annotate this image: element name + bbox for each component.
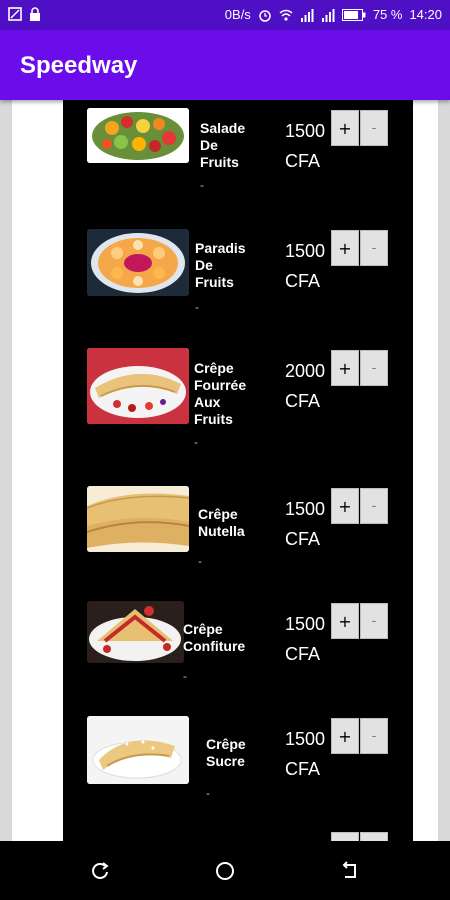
increase-button[interactable] [331,832,359,841]
price-amount: 1500 [285,614,326,634]
home-icon[interactable] [215,861,235,881]
price-currency: CFA [285,644,321,664]
menu-item[interactable]: Crêpe Confiture - 1500 CFA + - [63,593,413,703]
content-area[interactable]: Salade De Fruits - 1500 CFA + - Paradis … [0,100,450,841]
price-currency: CFA [285,759,321,779]
decrease-button[interactable]: - [360,488,388,524]
price-amount: 2000 [285,361,326,381]
decrease-button[interactable]: - [360,718,388,754]
item-dash: - [183,669,187,683]
status-bar: 0B/s 75 % 14:20 [0,0,450,30]
item-price: 2000 CFA [285,356,325,416]
item-price: 1500 CFA [285,609,325,669]
navigation-bar [0,841,450,900]
menu-item[interactable]: Paradis De Fruits - 1500 CFA + - [63,220,413,330]
increase-button[interactable]: + [331,110,359,146]
sugar-crepe-image[interactable] [87,716,189,784]
fruit-salad-image[interactable] [87,108,189,163]
item-name: Crêpe Fourrée Aux Fruits [194,360,247,427]
item-dash: - [194,435,198,449]
battery-percent: 75 % [372,7,403,22]
item-price: 1500 CFA [285,116,325,176]
network-speed: 0B/s [224,7,251,22]
recent-apps-icon[interactable] [90,861,110,881]
menu-item[interactable]: Crêpe Sucre - 1500 CFA + - [63,708,413,818]
decrease-button[interactable]: - [360,603,388,639]
app-title: Speedway [20,52,138,79]
next-item-image[interactable] [87,834,189,841]
content-panel: Salade De Fruits - 1500 CFA + - Paradis … [12,100,438,841]
lock-icon [30,7,40,21]
fruit-crepe-image[interactable] [87,348,189,424]
nutella-crepe-image[interactable] [87,486,189,552]
wifi-icon [279,9,293,21]
increase-button[interactable]: + [331,488,359,524]
decrease-button[interactable] [360,832,388,841]
status-right: 0B/s 75 % 14:20 [225,7,442,22]
signal-icon [300,8,314,22]
item-name: Paradis De Fruits [195,240,246,290]
item-price: 1500 CFA [285,236,325,296]
fruit-platter-image[interactable] [87,229,189,296]
price-currency: CFA [285,151,321,171]
decrease-button[interactable]: - [360,230,388,266]
menu-item[interactable]: Salade De Fruits - 1500 CFA + - [63,100,413,210]
decrease-button[interactable]: - [360,110,388,146]
item-dash: - [206,786,210,800]
status-left-icons [8,7,42,21]
item-dash: - [195,300,199,314]
app-bar: Speedway [0,30,450,100]
price-amount: 1500 [285,121,326,141]
menu-item[interactable]: Crêpe Nutella - 1500 CFA + - [63,478,413,588]
price-amount: 1500 [285,499,326,519]
increase-button[interactable]: + [331,718,359,754]
price-amount: 1500 [285,241,326,261]
signal-icon [321,8,335,22]
decrease-button[interactable]: - [360,350,388,386]
clock: 14:20 [409,7,442,22]
price-currency: CFA [285,391,321,411]
item-name: Crêpe Sucre [206,736,246,769]
alarm-icon [259,9,271,22]
item-name: Crêpe Confiture [183,621,246,654]
price-currency: CFA [285,529,321,549]
jam-crepe-image[interactable] [87,601,184,663]
increase-button[interactable]: + [331,350,359,386]
increase-button[interactable]: + [331,230,359,266]
price-amount: 1500 [285,729,326,749]
item-price: 1500 CFA [285,494,325,554]
back-icon[interactable] [340,861,360,881]
item-name: Crêpe Nutella [198,506,245,539]
item-dash: - [198,554,202,568]
item-name: Salade De Fruits [200,120,246,170]
item-price: 1500 CFA [285,724,325,784]
battery-icon [341,8,366,21]
menu-item[interactable]: Crêpe Fourrée Aux Fruits - 2000 CFA + - [63,340,413,450]
menu-list[interactable]: Salade De Fruits - 1500 CFA + - Paradis … [63,100,413,841]
screenshot-icon [8,7,22,21]
item-dash: - [200,178,204,192]
menu-item[interactable] [63,828,413,841]
increase-button[interactable]: + [331,603,359,639]
price-currency: CFA [285,271,321,291]
